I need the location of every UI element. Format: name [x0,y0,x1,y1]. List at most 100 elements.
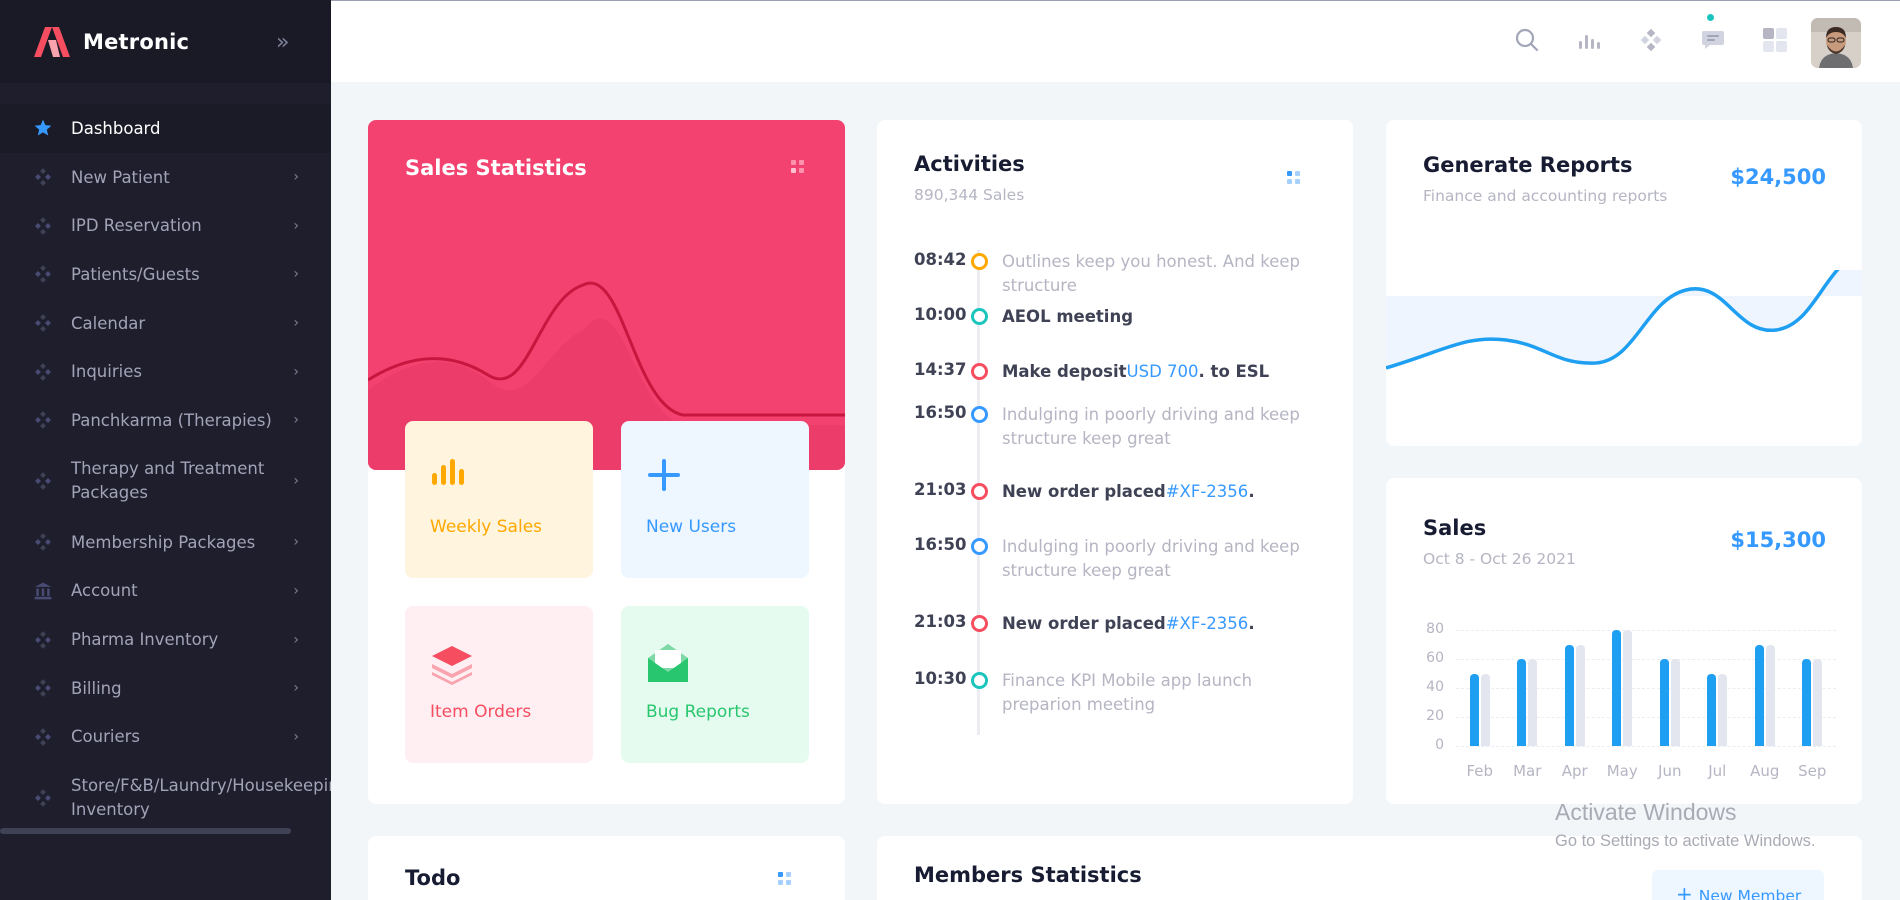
tile-label: Item Orders [430,702,532,722]
activity-text-main: Outlines keep you honest. And keep struc… [1002,252,1301,295]
sidebar-item-couriers[interactable]: Couriers › [0,713,331,762]
sidebar-item-billing[interactable]: Billing › [0,664,331,713]
activity-link[interactable]: #XF-2356 [1166,614,1249,633]
chevron-right-icon: › [293,412,299,429]
reports-amount: $24,500 [1730,165,1826,189]
x-tick-label: May [1606,762,1638,780]
sidebar-item-patients-guests[interactable]: Patients/Guests › [0,250,331,299]
x-tick-label: Feb [1466,762,1494,780]
sidebar-scrollbar[interactable] [0,828,291,834]
diamond-dots-icon [35,363,51,381]
bar-series-1[interactable] [1575,644,1585,746]
diamond-dots-icon[interactable] [1636,25,1666,55]
sidebar-item-new-patient[interactable]: New Patient › [0,153,331,202]
sidebar-item-ipd-reservation[interactable]: IPD Reservation › [0,201,331,250]
tile-new-users[interactable]: New Users [621,421,809,578]
sidebar-item-panchkarma-therapies[interactable]: Panchkarma (Therapies) › [0,396,331,445]
activity-text-main: Indulging in poorly driving and keep str… [1002,537,1300,580]
sidebar-item-pharma-inventory[interactable]: Pharma Inventory › [0,615,331,664]
activate-windows-subtitle: Go to Settings to activate Windows. [1555,832,1816,850]
diamond-dots-icon [35,168,51,186]
todo-card: Todo [368,836,845,900]
metronic-logo-icon[interactable] [31,26,73,58]
sidebar-toggle-icon[interactable]: » [276,30,289,55]
activity-time: 21:03 [914,612,967,631]
envelope-icon [648,644,688,682]
activity-time: 10:30 [914,669,967,688]
apps-grid-icon[interactable] [1760,25,1790,55]
search-icon[interactable] [1512,25,1542,55]
bar-series-1[interactable] [1480,673,1490,746]
bar-series-1[interactable] [1623,630,1633,746]
brand: Metronic » [0,0,331,83]
activity-time: 16:50 [914,403,967,422]
bar-series-0[interactable] [1707,673,1717,746]
bar-series-0[interactable] [1517,659,1527,746]
reports-subtitle: Finance and accounting reports [1423,187,1668,205]
bar-series-1[interactable] [1813,659,1823,746]
diamond-dots-icon [35,314,51,332]
timeline-dot-icon [971,615,988,632]
bar-series-0[interactable] [1564,644,1574,746]
layers-icon [432,646,472,685]
sidebar-item-inquiries[interactable]: Inquiries › [0,347,331,396]
user-avatar[interactable] [1811,18,1861,68]
activity-text-main: New order placed [1002,482,1166,501]
sidebar-item-store-f-b-laundry-housekeeping-inventory[interactable]: Store/F&B/Laundry/Housekeeping Inventory [0,761,331,834]
bar-series-1[interactable] [1765,644,1775,746]
diamond-dots-icon [35,728,51,746]
activities-subtitle: 890,344 Sales [914,186,1025,204]
chevron-right-icon: › [293,217,299,234]
y-tick-label: 0 [1435,737,1444,753]
header [331,0,1900,82]
bar-chart-icon[interactable] [1574,25,1604,55]
sidebar-item-calendar[interactable]: Calendar › [0,299,331,348]
bar-series-0[interactable] [1659,659,1669,746]
bar-series-1[interactable] [1718,673,1728,746]
sales-bar-chart: 80 60 40 20 0 Feb Mar Apr May Jun Jul Aug Sep [1386,478,1862,804]
plus-icon [648,459,680,491]
bar-series-1[interactable] [1670,659,1680,746]
diamond-dots-icon [35,679,51,697]
activate-windows-title: Activate Windows [1555,799,1737,825]
activity-time: 16:50 [914,535,967,554]
sales-card: Sales Oct 8 - Oct 26 2021 $15,300 80 60 40… [1386,478,1862,804]
diamond-dots-icon [35,216,51,235]
new-member-button[interactable]: + New Member [1652,870,1824,900]
diamond-dots-icon [35,411,51,430]
timeline-dot-icon [971,483,988,500]
bar-series-1[interactable] [1528,659,1538,746]
more-dots-icon[interactable] [1287,171,1301,185]
tile-item-orders[interactable]: Item Orders [405,606,593,763]
more-dots-icon[interactable] [791,160,805,174]
chat-icon[interactable] [1698,25,1728,55]
gridline [1456,717,1836,718]
bar-series-0[interactable] [1754,644,1764,746]
tile-weekly-sales[interactable]: Weekly Sales [405,421,593,578]
activity-link[interactable]: USD 700 [1127,362,1199,381]
notification-dot [1707,14,1714,21]
bar-series-0[interactable] [1612,630,1622,746]
reports-line-chart [1386,270,1862,370]
bar-series-0[interactable] [1802,659,1812,746]
activity-text-main: Indulging in poorly driving and keep str… [1002,405,1300,448]
sidebar-item-label: Inquiries [71,362,142,382]
sidebar-item-label: Panchkarma (Therapies) [71,410,272,430]
sidebar-item-label: Dashboard [71,118,161,138]
sidebar-item-account[interactable]: Account › [0,567,331,616]
reports-title: Generate Reports [1423,153,1633,177]
activity-link[interactable]: #XF-2356 [1166,482,1249,501]
tile-label: Bug Reports [646,702,750,722]
more-dots-icon[interactable] [778,872,792,886]
gridline [1456,688,1836,689]
chevron-right-icon: › [293,266,299,283]
activity-text-suffix: . [1248,614,1255,633]
chevron-right-icon: › [293,680,299,697]
sidebar: Metronic » Dashboard New Patient › IPD Rese… [0,0,331,900]
bar-series-0[interactable] [1469,673,1479,746]
tile-bug-reports[interactable]: Bug Reports [621,606,809,763]
sidebar-item-therapy-and-treatment-packages[interactable]: Therapy and Treatment Packages › [0,445,331,518]
activity-time: 21:03 [914,480,967,499]
sidebar-item-dashboard[interactable]: Dashboard [0,104,331,153]
sidebar-item-membership-packages[interactable]: Membership Packages › [0,518,331,567]
